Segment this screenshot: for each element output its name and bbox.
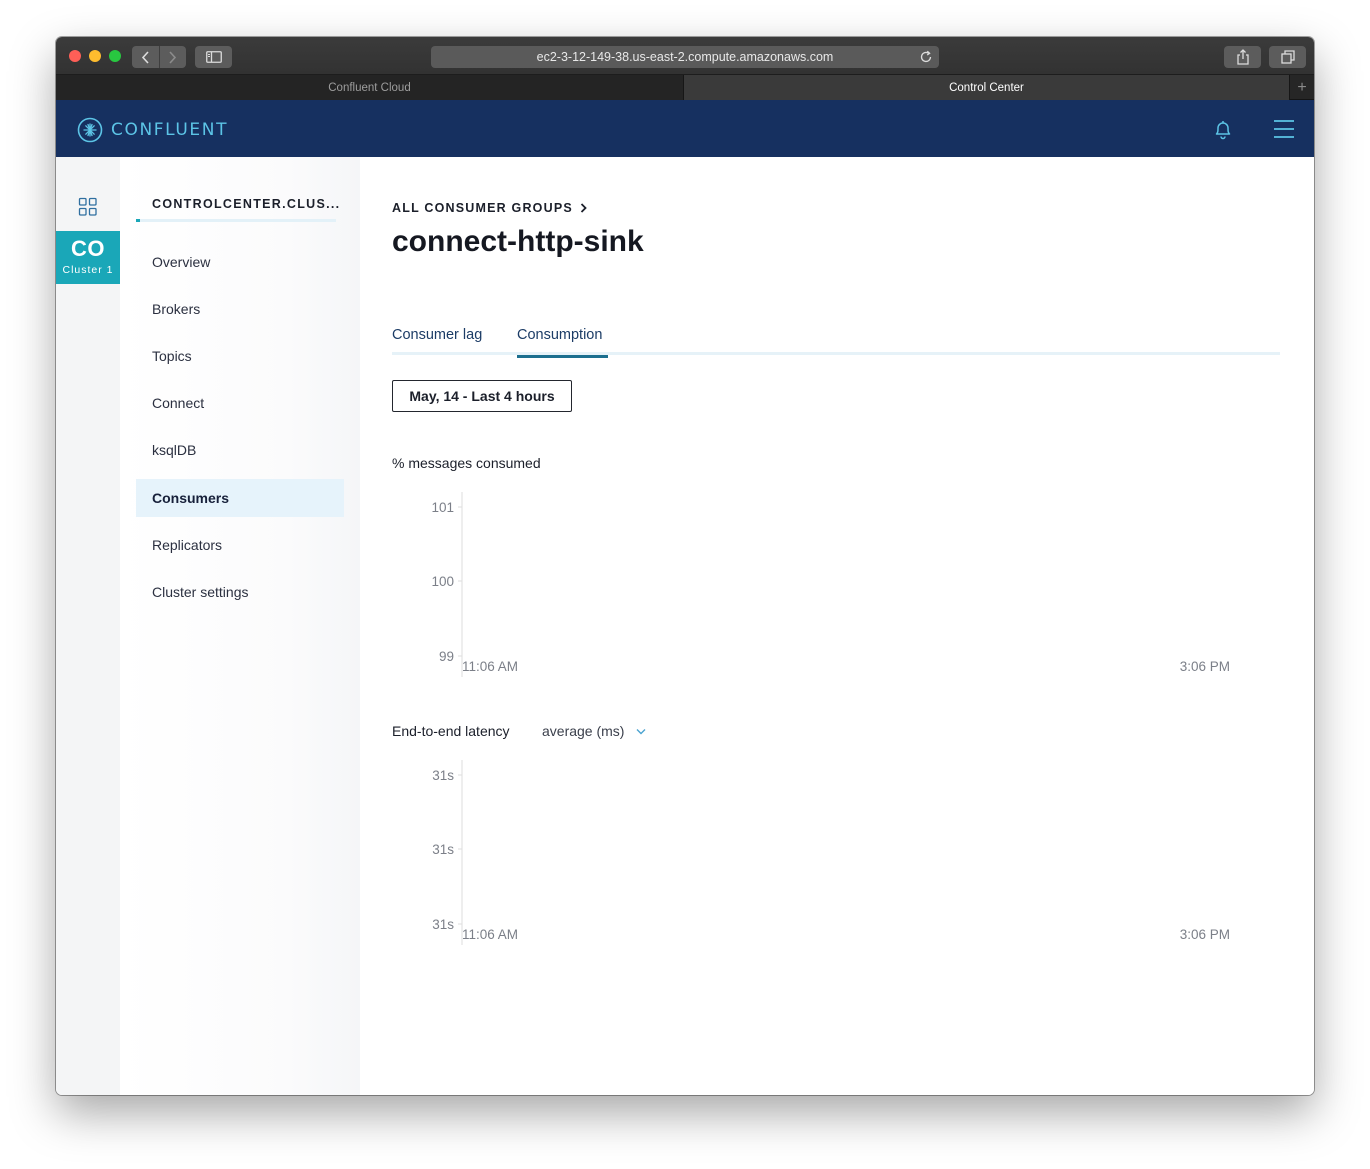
page-title: connect-http-sink [392, 225, 644, 258]
browser-tab-confluent-cloud[interactable]: Confluent Cloud [56, 75, 684, 100]
close-window-button[interactable] [69, 50, 81, 62]
grid-icon[interactable] [78, 197, 98, 217]
share-button[interactable] [1224, 46, 1261, 68]
forward-button[interactable] [159, 46, 186, 68]
chevron-right-icon [169, 50, 177, 64]
new-tab-button[interactable]: + [1289, 75, 1314, 100]
cluster-title: CONTROLCENTER.CLUS... [152, 197, 341, 211]
chart-title-end-to-end-latency: End-to-end latency [392, 723, 510, 739]
sidebar-item-ksqldb[interactable]: ksqlDB [136, 431, 344, 469]
tab-overview-button[interactable] [1269, 46, 1306, 68]
cluster-title-underline [136, 219, 336, 222]
history-nav [132, 46, 186, 68]
sidebar-nav: CONTROLCENTER.CLUS... Overview Brokers T… [120, 157, 360, 1095]
share-icon [1236, 49, 1249, 65]
tab-consumption-label: Consumption [517, 327, 603, 343]
y-tick-label: 31s [432, 917, 454, 932]
main-content: ALL CONSUMER GROUPS connect-http-sink Co… [360, 157, 1314, 1095]
chart-title-messages-consumed: % messages consumed [392, 455, 541, 471]
y-tick-label: 31s [432, 768, 454, 783]
browser-titlebar: ec2-3-12-149-38.us-east-2.compute.amazon… [56, 37, 1314, 75]
messages-consumed-chart: 101 100 99 11:06 AM 3:06 PM [431, 492, 1230, 677]
x-tick-label: 3:06 PM [1180, 927, 1230, 942]
sidebar-toggle-button[interactable] [195, 46, 232, 68]
hamburger-menu-icon[interactable] [1273, 119, 1295, 139]
confluent-logo[interactable]: CONFLUENT [77, 117, 228, 143]
url-text: ec2-3-12-149-38.us-east-2.compute.amazon… [536, 50, 834, 64]
x-tick-label: 11:06 AM [462, 927, 518, 942]
cluster-name: Cluster 1 [62, 264, 114, 276]
minimize-window-button[interactable] [89, 50, 101, 62]
chevron-left-icon [141, 50, 149, 64]
cluster-rail: CO Cluster 1 [56, 157, 120, 1095]
latency-aggregation-select[interactable]: average (ms) [542, 723, 646, 739]
tabs-icon [1280, 50, 1295, 64]
chevron-right-icon [580, 203, 587, 213]
chevron-down-icon [636, 728, 646, 735]
sidebar-item-brokers[interactable]: Brokers [136, 290, 344, 328]
sidebar-item-connect[interactable]: Connect [136, 384, 344, 422]
tab-consumption[interactable]: Consumption [517, 323, 608, 358]
date-range-button[interactable]: May, 14 - Last 4 hours [392, 380, 572, 412]
tab-consumer-lag-label: Consumer lag [392, 327, 483, 343]
active-tab-indicator [517, 355, 608, 358]
brand-name: CONFLUENT [111, 120, 229, 140]
y-tick-label: 100 [431, 574, 454, 589]
cluster-tile[interactable]: CO Cluster 1 [56, 231, 120, 284]
sidebar-icon [205, 51, 222, 63]
latency-aggregation-value: average (ms) [542, 723, 625, 739]
app-header: CONFLUENT [56, 100, 1314, 157]
x-tick-label: 3:06 PM [1180, 659, 1230, 674]
browser-tabstrip: Confluent Cloud Control Center + [56, 75, 1314, 100]
tab-consumer-lag[interactable]: Consumer lag [392, 323, 482, 355]
end-to-end-latency-chart: 31s 31s 31s 11:06 AM 3:06 PM [432, 760, 1230, 945]
breadcrumb[interactable]: ALL CONSUMER GROUPS [392, 201, 587, 215]
tab-bar: Consumer lag Consumption [392, 323, 1280, 358]
plus-icon: + [1297, 78, 1307, 96]
browser-tab-control-center[interactable]: Control Center [684, 75, 1289, 100]
browser-window: ec2-3-12-149-38.us-east-2.compute.amazon… [56, 37, 1314, 1095]
sidebar-item-consumers[interactable]: Consumers [136, 479, 344, 517]
back-button[interactable] [132, 46, 159, 68]
reload-icon[interactable] [919, 50, 933, 64]
sidebar-item-cluster-settings[interactable]: Cluster settings [136, 573, 344, 611]
y-tick-label: 101 [431, 500, 454, 515]
confluent-logo-icon [77, 117, 103, 143]
sidebar-item-replicators[interactable]: Replicators [136, 526, 344, 564]
zoom-window-button[interactable] [109, 50, 121, 62]
bell-icon[interactable] [1212, 118, 1234, 140]
cluster-abbreviation: CO [71, 236, 105, 261]
sidebar-item-overview[interactable]: Overview [136, 243, 344, 281]
address-bar[interactable]: ec2-3-12-149-38.us-east-2.compute.amazon… [431, 46, 939, 68]
y-tick-label: 99 [439, 649, 454, 664]
y-tick-label: 31s [432, 842, 454, 857]
sidebar-item-topics[interactable]: Topics [136, 337, 344, 375]
breadcrumb-all-consumer-groups[interactable]: ALL CONSUMER GROUPS [392, 201, 573, 215]
x-tick-label: 11:06 AM [462, 659, 518, 674]
